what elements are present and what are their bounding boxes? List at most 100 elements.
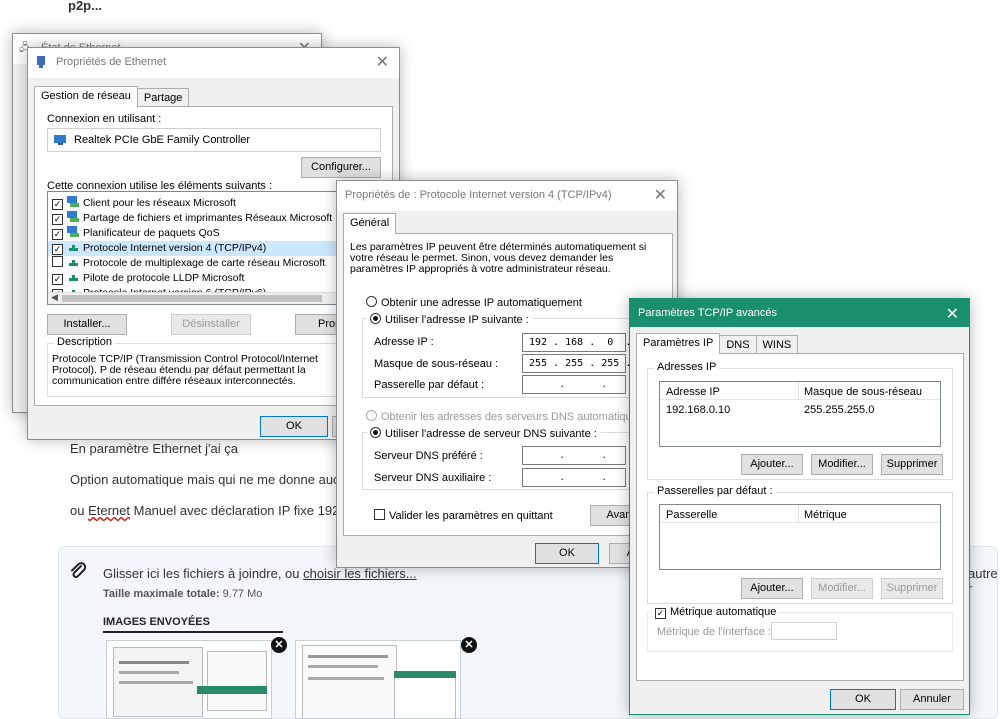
col-ip-header[interactable]: Adresse IP [666,386,720,398]
ethernet-properties-title: Propriétés de Ethernet [56,56,167,68]
attach-text: Glisser ici les fichiers à joindre, ou [103,566,304,581]
close-icon[interactable]: ✕ [946,304,959,324]
max-size-label: Taille maximale totale: [103,588,220,600]
checkbox-unchecked-icon[interactable] [374,509,385,520]
uninstall-button: Désinstaller [171,314,251,335]
scrollbar-thumb[interactable] [62,295,322,302]
misspelled-word: Eternet [88,503,130,518]
preferred-dns-label: Serveur DNS préféré : [374,450,483,462]
connect-using-label: Connexion en utilisant : [47,113,162,125]
tab-gestion-reseau[interactable]: Gestion de réseau [34,86,138,107]
col-metric-header[interactable]: Métrique [804,509,847,521]
preferred-dns-field[interactable]: . . . [522,446,649,465]
validate-on-exit-option[interactable]: Valider les paramètres en quittant [374,509,553,522]
list-item[interactable]: ✓ Pilote de protocole LLDP Microsoft [48,271,346,286]
checkbox-checked-icon[interactable]: ✓ [52,214,63,225]
checkbox-checked-icon[interactable]: ✓ [52,274,63,285]
tab-ip-settings[interactable]: Paramètres IP [636,333,721,354]
alternate-dns-label: Serveur DNS auxiliaire : [374,472,492,484]
advanced-tcpip-window: Paramètres TCP/IP avancés ✕ Paramètres I… [629,298,970,715]
post-line-3-rest: Manuel avec déclaration IP fixe 192.1 [130,503,351,518]
subnet-mask-field[interactable]: 255 . 255 . 255 . 0 [522,354,649,373]
components-list[interactable]: ✓ Client pour les réseaux Microsoft ✓ Part… [47,191,347,305]
horizontal-scrollbar[interactable]: ◀ [48,292,346,304]
list-item[interactable]: Protocole de multiplexage de carte résea… [48,256,346,271]
gateway-table[interactable]: Passerelle Métrique [659,504,941,570]
checkbox-checked-icon[interactable]: ✓ [52,244,63,255]
ok-button[interactable]: OK [535,543,599,564]
scroll-left-icon[interactable]: ◀ [51,292,58,303]
list-item[interactable]: ✓ Partage de fichiers et imprimantes Rése… [48,211,346,226]
advanced-tcpip-titlebar: Paramètres TCP/IP avancés ✕ [630,299,969,327]
sent-images-heading: IMAGES ENVOYÉES [103,616,210,628]
auto-ip-option[interactable]: Obtenir une adresse IP automatiquement [366,296,582,309]
col-gateway-header[interactable]: Passerelle [666,509,717,521]
gateway-field[interactable]: . . . [522,375,649,394]
column-divider [798,505,799,523]
install-button[interactable]: Installer... [47,314,127,335]
ok-button[interactable]: OK [260,416,328,437]
radio-on-icon[interactable] [370,313,381,324]
table-row-ip[interactable]: 192.168.0.10 [666,404,730,416]
network-qos-icon [67,226,80,237]
cancel-button[interactable]: Annuler [900,689,964,710]
ethernet-properties-titlebar: Propriétés de Ethernet ✕ [28,48,399,78]
ethernet-properties-tabs: Gestion de réseau Partage [34,86,190,107]
delete-image-2-button[interactable]: ✕ [461,637,477,653]
radio-on-icon[interactable] [370,427,381,438]
list-item-selected[interactable]: ✓ Protocole Internet version 4 (TCP/IPv4) [48,241,346,256]
adapter-name: Realtek PCIe GbE Family Controller [74,134,251,146]
close-icon[interactable]: ✕ [376,52,389,72]
delete-ip-button[interactable]: Supprimer [881,454,943,475]
image-thumbnail-1[interactable] [106,640,272,719]
attach-instructions: Glisser ici les fichiers à joindre, ou c… [103,566,417,581]
description-label: Description [54,336,116,348]
network-client-icon [67,196,80,207]
checkbox-checked-icon[interactable]: ✓ [52,229,63,240]
post-line-3: ou Eternet Manuel avec déclaration IP fi… [70,503,350,518]
attach-right-text: autre r [968,566,998,596]
image-thumbnail-2[interactable] [295,640,461,719]
post-text-top: p2p... [68,0,102,13]
modify-gateway-button: Modifier... [811,578,873,599]
ipv4-general-page: Les paramètres IP peuvent être déterminé… [343,233,673,536]
configure-button[interactable]: Configurer... [301,157,381,178]
tab-dns[interactable]: DNS [719,335,757,354]
max-size-value: 9.77 Mo [222,588,263,600]
ip-address-field[interactable]: 192 . 168 . 0 . 10 [522,333,649,352]
use-ip-option[interactable]: Utiliser l'adresse IP suivante : [367,313,532,326]
tab-general[interactable]: Général [343,213,397,234]
ipv4-properties-titlebar: Propriétés de : Protocole Internet versi… [337,181,677,211]
ok-button[interactable]: OK [830,689,896,710]
radio-off-icon[interactable] [366,296,377,307]
list-item[interactable]: ✓ Planificateur de paquets QoS [48,226,346,241]
radio-off-icon [366,410,377,421]
ip-addresses-label: Adresses IP [654,361,720,373]
modify-ip-button[interactable]: Modifier... [811,454,873,475]
alternate-dns-field[interactable]: . . . [522,468,649,487]
add-gateway-button[interactable]: Ajouter... [741,578,803,599]
tab-wins[interactable]: WINS [755,335,799,354]
delete-image-1-button[interactable]: ✕ [271,637,287,653]
protocol-icon [67,256,80,267]
list-item[interactable]: ✓ Client pour les réseaux Microsoft [48,196,346,211]
paperclip-icon [68,561,88,581]
checkbox-unchecked-icon[interactable] [52,256,63,267]
tab-partage[interactable]: Partage [136,88,190,107]
close-icon[interactable]: ✕ [654,185,667,205]
advanced-tabs: Paramètres IP DNS WINS [636,333,799,354]
col-mask-header[interactable]: Masque de sous-réseau [804,386,922,398]
checkbox-checked-icon[interactable]: ✓ [655,608,666,619]
subnet-mask-label: Masque de sous-réseau : [374,358,499,370]
use-dns-option[interactable]: Utiliser l'adresse de serveur DNS suivan… [367,427,600,440]
auto-metric-option[interactable]: ✓ Métrique automatique [652,606,780,619]
post-line-1: En paramètre Ethernet j'ai ça [70,441,238,456]
checkbox-checked-icon[interactable]: ✓ [52,199,63,210]
description-group: Description Protocole TCP/IP (Transmissi… [47,336,347,397]
table-row-mask[interactable]: 255.255.255.0 [804,404,874,416]
description-text: Protocole TCP/IP (Transmission Control P… [52,353,318,387]
choose-files-link[interactable]: choisir les fichiers... [303,566,416,581]
ipv4-intro-text: Les paramètres IP peuvent être déterminé… [350,241,647,275]
ip-address-table[interactable]: Adresse IP Masque de sous-réseau 192.168… [659,381,941,447]
add-ip-button[interactable]: Ajouter... [741,454,803,475]
